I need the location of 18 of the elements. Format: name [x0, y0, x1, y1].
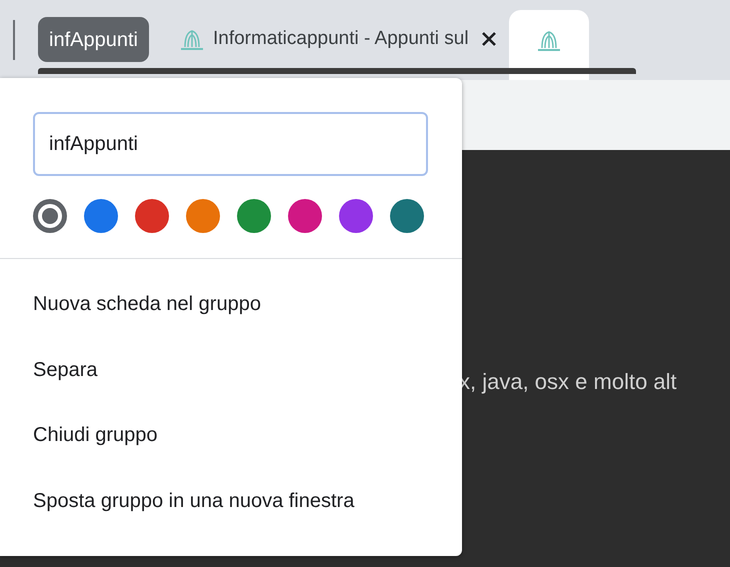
menu-item[interactable]: Separa — [0, 354, 462, 420]
color-swatch[interactable] — [237, 199, 271, 233]
color-swatch[interactable] — [288, 199, 322, 233]
menu-item[interactable]: Nuova scheda nel gruppo — [0, 289, 462, 354]
color-swatch[interactable] — [186, 199, 220, 233]
active-tab[interactable] — [508, 10, 589, 80]
menu-item[interactable]: Chiudi gruppo — [0, 420, 462, 486]
color-swatch[interactable] — [339, 199, 373, 233]
close-icon[interactable] — [480, 31, 497, 48]
tab-title: Informaticappunti - Appunti sul — [212, 27, 469, 51]
color-swatch[interactable] — [390, 199, 424, 233]
color-swatch[interactable] — [135, 199, 169, 233]
browser-tab[interactable]: Informaticappunti - Appunti sul — [178, 25, 497, 54]
tab-group-chip[interactable]: infAppunti — [38, 17, 149, 62]
group-name-field[interactable]: infAppunti — [33, 112, 428, 176]
menu-item[interactable]: Sposta gruppo in una nuova finestra — [0, 486, 462, 551]
color-swatch[interactable] — [33, 199, 67, 233]
color-swatch[interactable] — [84, 199, 118, 233]
